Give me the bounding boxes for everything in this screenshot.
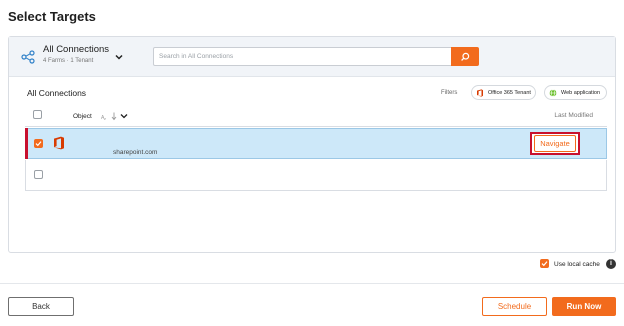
filter-office-365-tenant[interactable]: Office 365 Tenant (471, 85, 536, 100)
sort-alpha-icon: A z (101, 115, 106, 121)
connection-selector-subtitle: 4 Farms · 1 Tenant (43, 58, 94, 64)
table-row (25, 160, 607, 191)
share-connections-icon (21, 50, 35, 64)
run-now-button[interactable]: Run Now (552, 297, 616, 316)
office-365-icon (54, 136, 64, 150)
filter-web-application[interactable]: Web application (544, 85, 607, 100)
table-header: Object A z Last Modified (25, 107, 607, 127)
table-row[interactable]: sharepoint.com Navigate (25, 128, 607, 159)
selected-row-indicator (25, 128, 28, 159)
targets-panel: All Connections 4 Farms · 1 Tenant All C… (8, 36, 616, 253)
use-local-cache-label: Use local cache (554, 261, 600, 268)
connection-selector-title[interactable]: All Connections (43, 44, 109, 55)
navigate-button[interactable]: Navigate (534, 135, 576, 152)
filter-label: Office 365 Tenant (488, 89, 531, 96)
globe-icon (549, 88, 557, 97)
checkmark-icon (35, 141, 42, 147)
navigate-highlight: Navigate (530, 132, 580, 155)
column-object[interactable]: Object (73, 113, 92, 120)
footer-divider (0, 283, 624, 284)
chevron-down-icon (120, 114, 128, 119)
info-icon[interactable]: i (606, 259, 616, 269)
checkmark-icon (541, 261, 548, 267)
schedule-button[interactable]: Schedule (482, 297, 547, 316)
filters-label: Filters (441, 90, 458, 96)
sort-icons[interactable]: A z (101, 111, 141, 121)
svg-text:z: z (104, 116, 106, 121)
arrow-down-icon (111, 112, 117, 121)
chevron-down-icon[interactable] (114, 52, 124, 62)
row-checkbox[interactable] (34, 139, 43, 148)
office-365-icon (477, 88, 483, 97)
filter-label: Web application (561, 89, 601, 96)
connection-selector-bar: All Connections 4 Farms · 1 Tenant (9, 37, 615, 77)
search-input[interactable] (153, 47, 453, 66)
back-button[interactable]: Back (8, 297, 74, 316)
use-local-cache-checkbox[interactable] (540, 259, 549, 268)
search-button[interactable] (451, 47, 479, 66)
row-url: sharepoint.com (113, 149, 158, 156)
select-all-checkbox[interactable] (33, 110, 42, 119)
list-title: All Connections (27, 88, 87, 98)
row-checkbox[interactable] (34, 170, 43, 179)
search-icon (461, 52, 470, 61)
column-last-modified: Last Modified (554, 112, 593, 119)
page-title: Select Targets (8, 9, 96, 24)
